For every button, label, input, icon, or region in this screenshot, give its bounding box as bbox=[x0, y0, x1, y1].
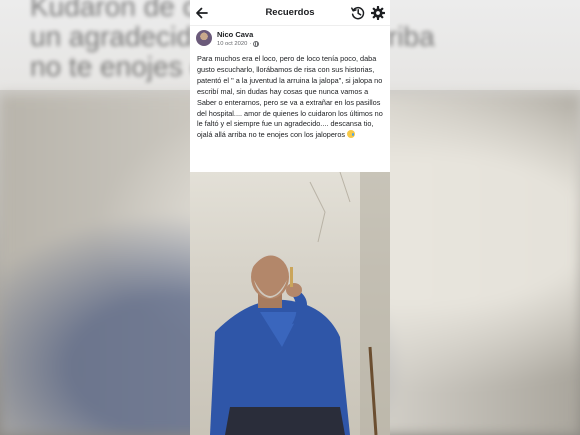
gear-icon bbox=[371, 6, 385, 20]
post-text: Para muchos era el loco, pero de loco te… bbox=[190, 54, 390, 141]
settings-button[interactable] bbox=[370, 5, 386, 21]
avatar[interactable] bbox=[196, 30, 212, 46]
top-bar: Recuerdos bbox=[190, 0, 390, 26]
meta-separator: · bbox=[249, 41, 252, 47]
post-photo[interactable] bbox=[190, 172, 390, 435]
post-header: Nico Cava 10 oct 2020 · bbox=[190, 26, 390, 54]
memories-screen: Recuerdos Nico Cava 10 oct 2020 · Para m… bbox=[190, 0, 390, 435]
history-icon bbox=[351, 6, 365, 20]
photo-illustration bbox=[210, 172, 390, 435]
crying-face-icon bbox=[347, 130, 356, 139]
history-button[interactable] bbox=[350, 5, 366, 21]
globe-icon bbox=[253, 41, 260, 47]
post-author[interactable]: Nico Cava bbox=[217, 30, 253, 39]
post-body: Para muchos era el loco, pero de loco te… bbox=[197, 54, 383, 140]
post-meta: 10 oct 2020 · bbox=[217, 41, 260, 47]
post-date[interactable]: 10 oct 2020 bbox=[217, 41, 247, 47]
